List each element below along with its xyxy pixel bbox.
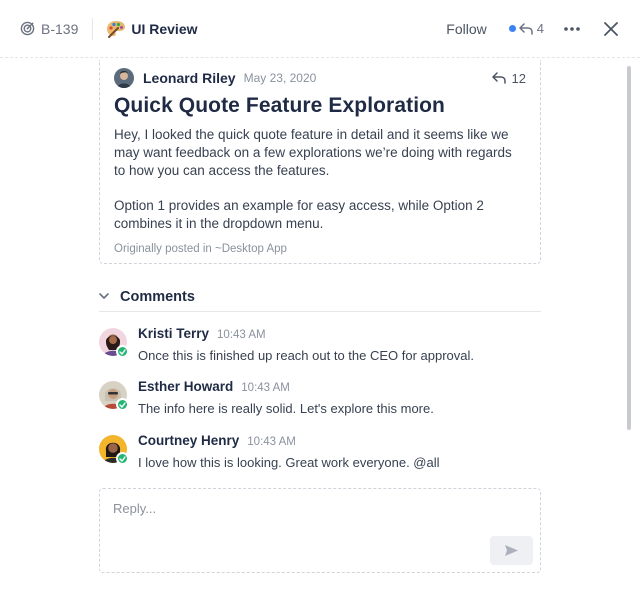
comment-author[interactable]: Courtney Henry	[138, 433, 239, 448]
close-button[interactable]	[604, 21, 618, 36]
comment-text: The info here is really solid. Let's exp…	[138, 401, 434, 416]
send-icon	[505, 545, 518, 556]
online-check-icon	[116, 452, 129, 465]
scrollbar[interactable]	[627, 66, 631, 430]
post-title: Quick Quote Feature Exploration	[114, 94, 445, 117]
reply-icon	[491, 72, 506, 84]
reply-icon	[519, 22, 533, 35]
more-icon	[564, 26, 580, 31]
unread-dot	[508, 25, 516, 32]
online-check-icon	[116, 345, 129, 358]
avatar[interactable]	[114, 68, 134, 88]
send-button[interactable]	[490, 536, 533, 565]
post-paragraph: Hey, I looked the quick quote feature in…	[114, 127, 512, 178]
ticket-id[interactable]: B-139	[20, 21, 78, 37]
project-link[interactable]: UI Review	[106, 20, 198, 38]
post-body: Hey, I looked the quick quote feature in…	[114, 126, 526, 233]
post-author[interactable]: Leonard Riley	[143, 70, 236, 86]
post-replies-button[interactable]: 12	[491, 70, 526, 86]
comment-text: Once this is finished up reach out to th…	[138, 348, 475, 363]
ticket-id-label: B-139	[41, 20, 79, 37]
comments-title: Comments	[120, 288, 195, 305]
comment-time: 10:43 AM	[217, 329, 266, 341]
comment-author[interactable]: Kristi Terry	[138, 326, 209, 341]
comment-item: Esther Howard 10:43 AM The info here is …	[99, 379, 541, 423]
comment-text: I love how this is looking. Great work e…	[138, 455, 440, 470]
palette-icon	[107, 20, 126, 38]
original-post: Leonard Riley May 23, 2020 12 Quick Quot…	[99, 60, 541, 264]
comments-toggle[interactable]: Comments	[99, 282, 541, 312]
reply-box	[99, 488, 541, 573]
post-paragraph: Option 1 provides an example for easy ac…	[114, 198, 484, 231]
comment-time: 10:43 AM	[247, 436, 296, 448]
header-divider	[92, 17, 94, 40]
close-icon	[604, 21, 618, 36]
comment-item: Kristi Terry 10:43 AM Once this is finis…	[99, 326, 541, 370]
post-reply-count: 12	[511, 70, 526, 86]
target-icon	[20, 21, 35, 36]
more-options-button[interactable]	[564, 26, 580, 31]
replies-indicator[interactable]: 4	[508, 21, 544, 36]
comment-author[interactable]: Esther Howard	[138, 379, 233, 394]
thread-header: B-139 UI Review Follow 4	[0, 0, 640, 58]
post-origin[interactable]: Originally posted in ~Desktop App	[114, 243, 526, 255]
comment-time: 10:43 AM	[241, 382, 290, 394]
online-check-icon	[116, 398, 129, 411]
comment-item: Courtney Henry 10:43 AM I love how this …	[99, 433, 541, 477]
reply-count: 4	[536, 21, 544, 36]
reply-input[interactable]	[100, 489, 540, 572]
chevron-down-icon	[99, 293, 109, 299]
post-meta: Leonard Riley May 23, 2020 12	[114, 60, 526, 96]
post-date: May 23, 2020	[243, 71, 317, 85]
follow-button[interactable]: Follow	[446, 21, 486, 37]
project-name: UI Review	[131, 20, 198, 37]
